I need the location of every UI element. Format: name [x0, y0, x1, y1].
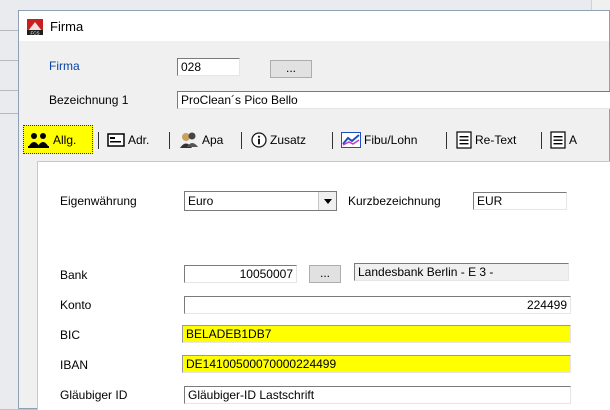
bic-value: BELADEB1DB7: [186, 327, 272, 341]
tab-divider: [446, 132, 447, 149]
kurzbezeichnung-label: Kurzbezeichnung: [348, 194, 441, 208]
tab-label: Fibu/Lohn: [364, 132, 418, 147]
tab-divider: [541, 132, 542, 149]
bezeichnung-field[interactable]: ProClean´s Pico Bello: [177, 91, 610, 109]
address-card-icon: [107, 132, 125, 147]
iban-label: IBAN: [60, 358, 89, 372]
contacts-icon: [180, 132, 198, 148]
svg-text:FCS: FCS: [31, 30, 40, 35]
info-icon: [251, 131, 267, 148]
tab-adr[interactable]: Adr.: [103, 125, 165, 154]
tab-divider: [169, 132, 170, 149]
tab-fibu-lohn[interactable]: Fibu/Lohn: [337, 125, 443, 154]
people-icon: [28, 132, 49, 148]
tab-divider: [241, 132, 242, 149]
document-icon: [550, 130, 566, 149]
kurzbezeichnung-field[interactable]: EUR: [473, 192, 567, 210]
bic-label: BIC: [60, 328, 81, 342]
bezeichnung-label: Bezeichnung 1: [49, 93, 129, 107]
firma-label: Firma: [49, 59, 80, 73]
eigenwaehrung-label: Eigenwährung: [60, 194, 137, 208]
bank-name-field: Landesbank Berlin - E 3 -: [354, 263, 569, 281]
glaeubiger-label: Gläubiger ID: [60, 388, 128, 402]
konto-field[interactable]: 224499: [184, 296, 571, 314]
iban-field[interactable]: DE14100500070000224499: [182, 355, 571, 373]
bank-label: Bank: [60, 268, 88, 282]
background-divider: [0, 30, 18, 31]
tab-apa[interactable]: Apa: [175, 125, 238, 154]
iban-value: DE14100500070000224499: [186, 357, 337, 371]
glaeubiger-field[interactable]: Gläubiger-ID Lastschrift: [184, 386, 571, 404]
eigenwaehrung-value: Euro: [188, 194, 214, 208]
firma-lookup-button[interactable]: ...: [270, 60, 312, 78]
tab-a[interactable]: A: [546, 125, 610, 154]
tab-label: Adr.: [128, 132, 150, 147]
tab-divider: [98, 132, 99, 149]
chart-icon: [341, 131, 361, 148]
konto-label: Konto: [60, 298, 92, 312]
background-divider: [0, 90, 18, 91]
tab-zusatz[interactable]: Zusatz: [247, 125, 328, 154]
background-divider: [0, 60, 18, 61]
tab-label: Re-Text: [475, 132, 517, 147]
title-bar: FCS Firma: [19, 11, 609, 41]
bank-field[interactable]: 10050007: [184, 265, 297, 283]
tab-label: Zusatz: [270, 132, 307, 147]
allg-panel: Eigenwährung Euro Kurzbezeichnung EUR Ba…: [37, 161, 610, 410]
firma-dialog: FCS Firma Firma 028 ... Bezeichnung 1 Pr…: [18, 10, 610, 410]
tab-allg[interactable]: Allg.: [23, 125, 93, 154]
tab-label: Allg.: [53, 132, 77, 147]
fcs-app-icon: FCS: [27, 19, 43, 35]
tab-strip: Allg. Adr. Apa Zusatz Fibu/Lohn Re-Text …: [19, 124, 609, 157]
background-divider: [0, 113, 18, 114]
tab-re-text[interactable]: Re-Text: [452, 125, 535, 154]
firma-field[interactable]: 028: [177, 58, 240, 76]
tab-divider: [332, 132, 333, 149]
tab-label: Apa: [202, 132, 224, 147]
document-icon: [456, 130, 472, 149]
eigenwaehrung-select[interactable]: Euro: [184, 191, 337, 211]
chevron-down-icon[interactable]: [318, 192, 336, 210]
tab-label: A: [569, 132, 578, 147]
window-title: Firma: [50, 19, 84, 34]
bank-lookup-button[interactable]: ...: [309, 265, 341, 283]
bic-field[interactable]: BELADEB1DB7: [182, 325, 571, 343]
